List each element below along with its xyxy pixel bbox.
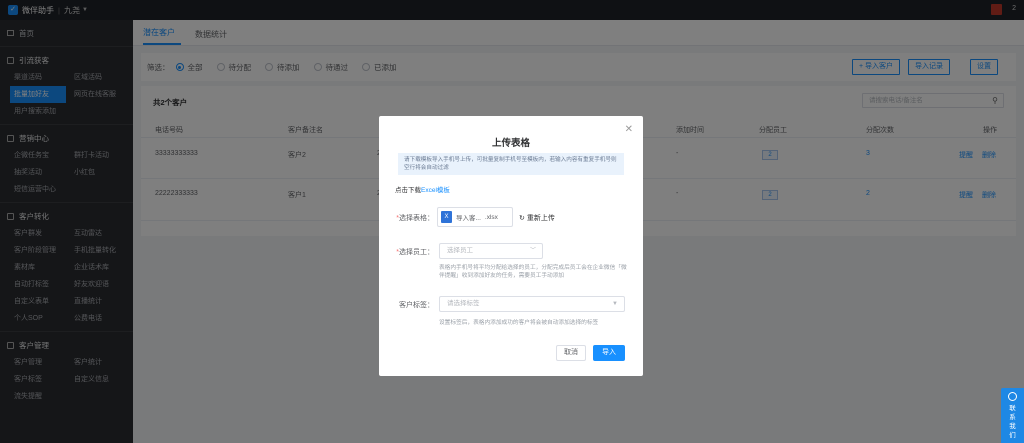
dialog-tip: 请下载模板导入手机号上传，可批量复制手机号至模板内，若输入内容有重复手机号则空行… [398,153,624,175]
select-placeholder: 请选择标签 [447,300,480,307]
import-button[interactable]: 导入 [593,345,625,361]
download-hint: 点击下载Excel模板 [395,184,450,194]
file-chip[interactable]: X 导入客... .xlsx [437,207,513,227]
cancel-button[interactable]: 取消 [556,345,586,361]
file-label: *选择表格： [396,215,434,222]
tag-help: 设置标签后，表格内添加成功的客户将会被自动添加选择的标签 [439,320,599,326]
staff-select[interactable]: 选择员工 ﹀ [439,243,543,259]
staff-help: 表格内手机号将平均分配给选择的员工，分配完成后员工会在企业微信「微伴提醒」收到添… [439,265,627,279]
upload-dialog: 上传表格 ✕ 请下载模板导入手机号上传，可批量复制手机号至模板内，若输入内容有重… [379,116,643,376]
file-name: 导入客... [456,215,481,222]
staff-label: *选择员工： [396,249,434,256]
excel-file-icon: X [441,211,452,223]
dialog-title: 上传表格 [491,138,530,149]
caret-down-icon: ▼ [612,301,618,307]
chevron-down-icon: ﹀ [529,248,536,254]
download-template-link[interactable]: Excel模板 [421,187,450,194]
contact-us-button[interactable]: 联系我们 [1001,388,1024,443]
refresh-icon: ↻ [519,215,525,222]
contact-label: 联系我们 [1009,405,1016,439]
reupload-label: 重新上传 [526,215,555,222]
file-extension: .xlsx [484,213,498,221]
chat-icon [1008,392,1017,401]
label-text: 选择表格： [399,215,434,222]
reupload-button[interactable]: ↻ 重新上传 [519,213,555,223]
tag-select[interactable]: 请选择标签 ▼ [439,296,625,312]
select-placeholder: 选择员工 [447,247,473,254]
download-prefix: 点击下载 [395,187,421,194]
close-icon[interactable]: ✕ [625,124,633,135]
label-text: 客户标签： [399,302,434,309]
label-text: 选择员工： [399,249,434,256]
tag-label: 客户标签： [384,300,434,310]
